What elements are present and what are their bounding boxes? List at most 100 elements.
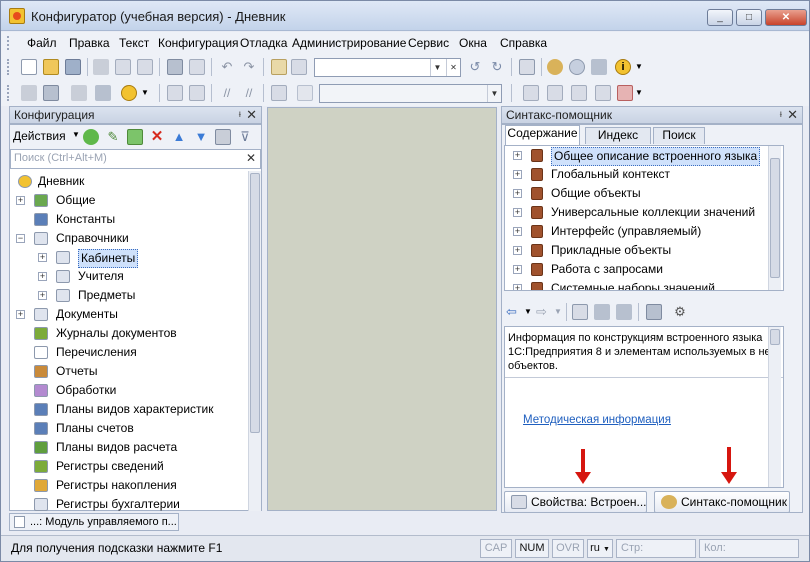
expand-icon[interactable]: + — [16, 310, 25, 319]
tree-item[interactable]: Обработки — [16, 382, 246, 401]
menu-debug[interactable]: Отладка — [240, 36, 287, 50]
tree-scrollbar[interactable] — [248, 171, 261, 511]
procedure-combo[interactable]: ▼ — [319, 84, 502, 103]
menu-service[interactable]: Сервис — [408, 36, 449, 50]
language-indicator[interactable]: ru ▼ — [587, 539, 613, 558]
print-icon[interactable] — [167, 59, 183, 75]
title-bar[interactable]: Конфигуратор (учебная версия) - Дневник … — [1, 1, 809, 31]
chevron-down-icon[interactable]: ▼ — [141, 85, 157, 101]
tree-item[interactable]: Регистры бухгалтерии — [16, 496, 246, 511]
tree-item[interactable]: Дневник — [16, 173, 246, 192]
tree-item[interactable]: Регистры сведений — [16, 458, 246, 477]
close-button[interactable]: ✕ — [765, 9, 807, 26]
print-icon[interactable] — [646, 304, 662, 320]
breakpoint-icon[interactable] — [617, 85, 633, 101]
menu-administration[interactable]: Администрирование — [292, 36, 406, 50]
clear-search-icon[interactable]: ✕ — [446, 59, 460, 76]
show-in-tree-icon[interactable] — [616, 304, 632, 320]
new-icon[interactable] — [21, 59, 37, 75]
tree-item[interactable]: Журналы документов — [16, 325, 246, 344]
menu-help[interactable]: Справка — [500, 36, 547, 50]
expand-icon[interactable]: + — [38, 272, 47, 281]
windows-icon[interactable] — [519, 59, 535, 75]
chevron-down-icon[interactable]: ▼ — [635, 59, 651, 75]
print-preview-icon[interactable] — [189, 59, 205, 75]
back-icon[interactable]: ⇦ — [506, 304, 522, 320]
close-panel-icon[interactable]: ✕ — [787, 107, 798, 123]
minimize-button[interactable]: _ — [707, 9, 733, 26]
module-icon[interactable] — [21, 85, 37, 101]
delete-icon[interactable]: ✕ — [149, 129, 165, 145]
paste-icon[interactable] — [137, 59, 153, 75]
menu-text[interactable]: Текст — [119, 36, 149, 50]
run-icon[interactable] — [121, 85, 137, 101]
syntax-helper-button[interactable]: Синтакс-помощник — [654, 491, 790, 513]
syntax-panel-header[interactable]: Синтакс-помощник ᵻ ✕ — [501, 106, 803, 124]
cut-icon[interactable] — [93, 59, 109, 75]
expand-icon[interactable]: + — [16, 196, 25, 205]
move-up-icon[interactable]: ▲ — [171, 129, 187, 145]
tree-item[interactable]: Планы счетов — [16, 420, 246, 439]
topics-scrollbar[interactable] — [768, 146, 781, 290]
tree-item[interactable]: Константы — [16, 211, 246, 230]
topic-item[interactable]: + Интерфейс (управляемый) — [513, 223, 771, 242]
expand-icon[interactable]: + — [513, 170, 522, 179]
sync-icon[interactable] — [594, 304, 610, 320]
move-down-icon[interactable]: ▼ — [193, 129, 209, 145]
open-icon[interactable] — [43, 59, 59, 75]
tree-item[interactable]: − Справочники — [16, 230, 246, 249]
methodical-info-link[interactable]: Методическая информация — [523, 413, 671, 427]
expand-icon[interactable]: + — [38, 253, 47, 262]
forward-icon[interactable]: ⇨ — [536, 304, 552, 320]
find-icon[interactable] — [271, 59, 287, 75]
expand-icon[interactable]: + — [513, 227, 522, 236]
indent-icon[interactable] — [167, 85, 183, 101]
tree-item[interactable]: Регистры накопления — [16, 477, 246, 496]
copy-icon[interactable] — [115, 59, 131, 75]
topic-item[interactable]: + Общее описание встроенного языка — [513, 147, 771, 166]
chevron-down-icon[interactable]: ▼ — [487, 85, 501, 102]
scrollbar-thumb[interactable] — [250, 173, 260, 433]
configuration-panel-header[interactable]: Конфигурация ᵻ ✕ — [9, 106, 262, 124]
topic-item[interactable]: + Системные наборы значений — [513, 280, 771, 290]
sort-icon[interactable] — [215, 129, 231, 145]
pin-icon[interactable]: ᵻ — [239, 107, 241, 123]
edit-icon[interactable]: ✎ — [105, 129, 121, 145]
tree-item[interactable]: + Предметы — [38, 287, 248, 306]
menu-file[interactable]: Файл — [27, 36, 57, 50]
clear-bookmarks-icon[interactable] — [595, 85, 611, 101]
syntax-helper-icon[interactable] — [547, 59, 563, 75]
configuration-search-input[interactable]: Поиск (Ctrl+Alt+M) ✕ — [10, 149, 261, 169]
maximize-button[interactable]: □ — [736, 9, 762, 26]
settings-icon[interactable]: ⚙ — [672, 304, 688, 320]
menu-windows[interactable]: Окна — [459, 36, 487, 50]
chevron-down-icon[interactable]: ▼ — [635, 85, 651, 101]
expand-icon[interactable]: + — [513, 189, 522, 198]
description-scrollbar[interactable] — [768, 327, 781, 487]
expand-icon[interactable]: + — [513, 265, 522, 274]
tab-contents[interactable]: Содержание — [505, 125, 580, 145]
pin-icon[interactable]: ᵻ — [780, 107, 782, 123]
tree-item[interactable]: Отчеты — [16, 363, 246, 382]
tree-item[interactable]: + Учителя — [38, 268, 248, 287]
find-previous-icon[interactable]: ↺ — [467, 59, 483, 75]
add-icon[interactable] — [83, 129, 99, 145]
clear-search-icon[interactable]: ✕ — [244, 151, 258, 166]
menu-configuration[interactable]: Конфигурация — [158, 36, 239, 50]
uncomment-icon[interactable]: // — [241, 85, 257, 101]
expand-icon[interactable]: + — [513, 151, 522, 160]
expand-icon[interactable]: + — [513, 246, 522, 255]
tree-item[interactable]: + Кабинеты — [38, 249, 248, 268]
module-window-tab[interactable]: ...: Модуль управляемого п... — [9, 513, 179, 531]
menu-edit[interactable]: Правка — [69, 36, 110, 50]
procedure-icon[interactable] — [297, 85, 313, 101]
prev-bookmark-icon[interactable] — [571, 85, 587, 101]
tree-item[interactable]: Планы видов характеристик — [16, 401, 246, 420]
tree-item[interactable]: + Общие — [16, 192, 246, 211]
topic-item[interactable]: + Универсальные коллекции значений — [513, 204, 771, 223]
redo-icon[interactable]: ↷ — [241, 59, 257, 75]
close-panel-icon[interactable]: ✕ — [246, 107, 257, 123]
next-bookmark-icon[interactable] — [547, 85, 563, 101]
help-topic-icon[interactable] — [591, 59, 607, 75]
topic-item[interactable]: + Общие объекты — [513, 185, 771, 204]
